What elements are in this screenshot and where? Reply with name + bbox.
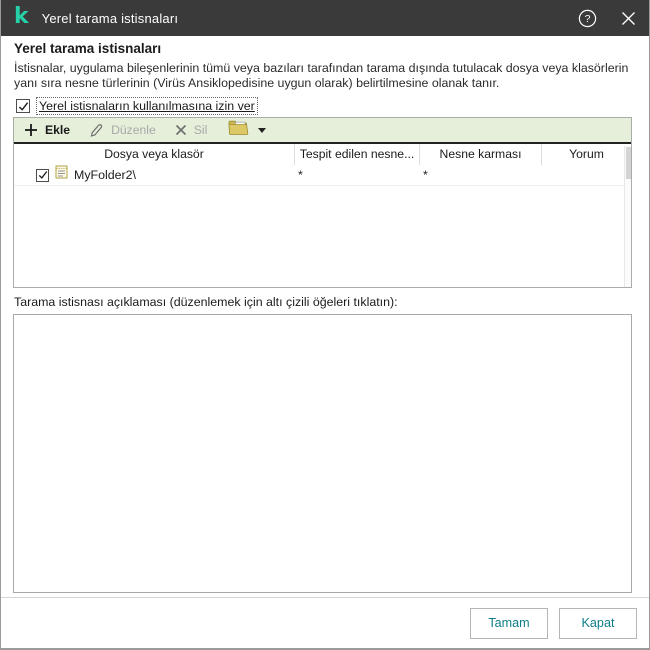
dialog-window: k Yerel tarama istisnaları ? Yerel taram… [0, 0, 650, 650]
table-row[interactable]: MyFolder2\ * * [14, 165, 631, 186]
scrollbar-thumb[interactable] [626, 147, 631, 179]
titlebar: k Yerel tarama istisnaları ? [0, 0, 650, 36]
exclusions-toolbar: Ekle Düzenle Sil [14, 118, 631, 144]
row-detected-object[interactable]: * [294, 165, 419, 185]
kaspersky-logo-icon: k [14, 4, 29, 29]
delete-button-label: Sil [193, 123, 208, 137]
edit-button-label: Düzenle [111, 123, 156, 137]
table-header: Dosya veya klasör Tespit edilen nesne...… [14, 144, 631, 165]
checkbox-checked-icon[interactable] [16, 99, 30, 113]
add-button[interactable]: Ekle [24, 123, 70, 137]
vertical-scrollbar[interactable] [624, 146, 631, 287]
ok-button[interactable]: Tamam [470, 607, 548, 639]
exclusion-item-icon [55, 164, 68, 186]
column-header-comment[interactable]: Yorum [541, 144, 631, 165]
footer: Tamam Kapat [0, 597, 650, 648]
import-export-menu-button[interactable] [228, 119, 267, 141]
folder-icon [228, 119, 249, 141]
dropdown-caret-icon [258, 127, 267, 133]
row-comment [541, 165, 631, 185]
plus-icon [24, 123, 38, 137]
help-icon[interactable]: ? [578, 9, 597, 28]
allow-local-exclusions-label[interactable]: Yerel istisnaların kullanılmasına izin v… [36, 97, 258, 115]
row-file-or-folder[interactable]: MyFolder2\ [74, 165, 136, 186]
close-button[interactable]: Kapat [559, 607, 637, 639]
column-header-file-or-folder[interactable]: Dosya veya klasör [14, 144, 294, 165]
exclusions-panel: Ekle Düzenle Sil Dosya veya klasör Tespi… [13, 117, 632, 288]
column-header-object-hash[interactable]: Nesne karması [419, 144, 541, 165]
close-icon[interactable] [621, 11, 636, 26]
allow-local-exclusions-checkbox[interactable]: Yerel istisnaların kullanılmasına izin v… [16, 97, 258, 115]
row-object-hash[interactable]: * [419, 165, 541, 185]
column-header-detected-object[interactable]: Tespit edilen nesne... [294, 144, 419, 165]
pencil-icon [89, 123, 104, 138]
x-icon [175, 124, 187, 136]
edit-button[interactable]: Düzenle [89, 123, 156, 138]
page-description: İstisnalar, uygulama bileşenlerinin tümü… [14, 61, 629, 91]
delete-button[interactable]: Sil [175, 123, 208, 137]
row-checkbox-checked-icon[interactable] [36, 168, 49, 182]
exclusion-description-box[interactable] [13, 314, 632, 593]
window-title: Yerel tarama istisnaları [41, 10, 179, 26]
exclusion-description-label: Tarama istisnası açıklaması (düzenlemek … [14, 295, 398, 309]
page-title: Yerel tarama istisnaları [14, 41, 162, 56]
svg-text:?: ? [585, 13, 591, 25]
add-button-label: Ekle [45, 123, 71, 137]
